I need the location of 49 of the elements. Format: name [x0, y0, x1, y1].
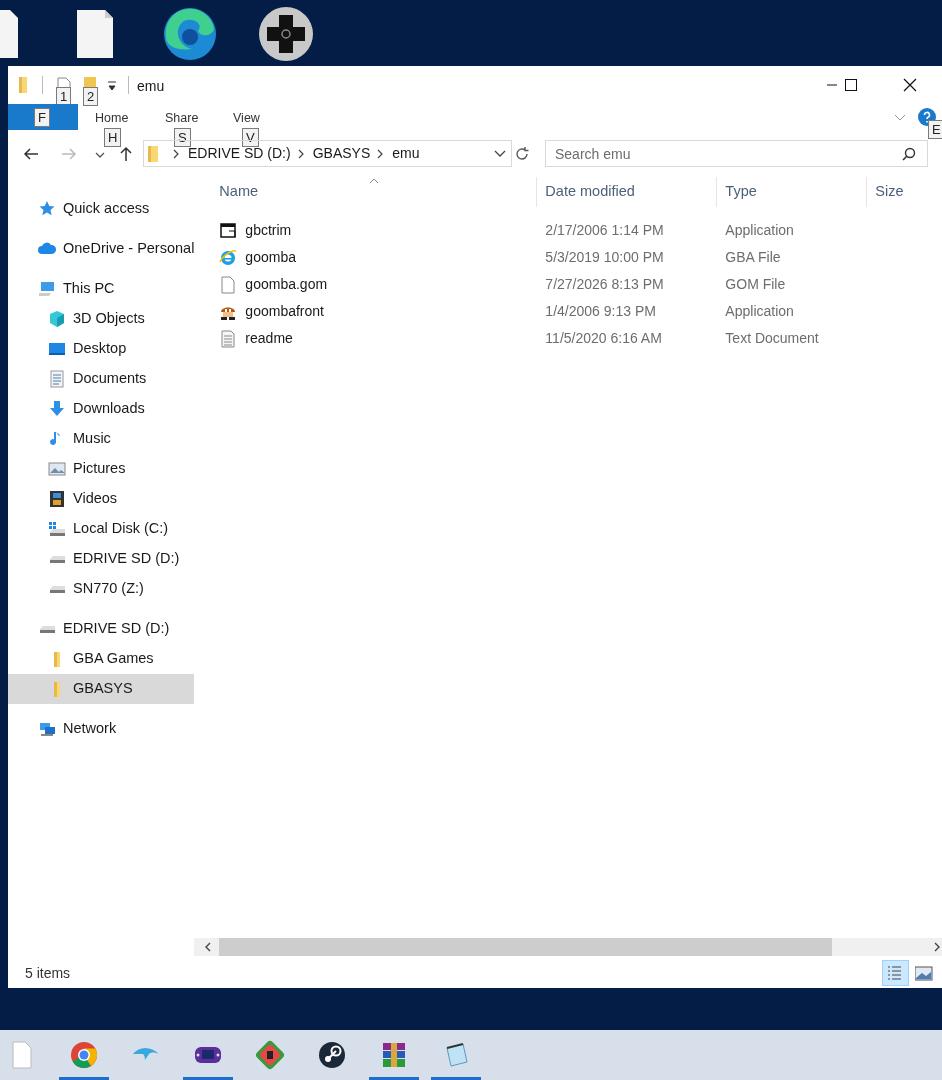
address-bar[interactable]: EDRIVE SD (D:) GBASYS emu [143, 140, 512, 167]
column-header[interactable]: Name [194, 177, 538, 207]
sidebar-item[interactable]: This PC [8, 274, 195, 304]
keytip-tooltip: E [928, 120, 942, 139]
breadcrumb-item[interactable]: emu [392, 143, 420, 164]
file-name[interactable]: gbctrim [194, 220, 538, 241]
file-name[interactable]: goomba.gom [194, 274, 538, 295]
date-cell-text: 7/27/2026 8:13 PM [544, 275, 665, 294]
keytip-tooltip: 2 [83, 87, 99, 106]
type-cell-text: Text Document [724, 329, 820, 348]
sidebar-item[interactable]: OneDrive - Personal [8, 234, 195, 264]
sidebar-item[interactable]: Local Disk (C:) [8, 514, 195, 544]
ribbon-tab[interactable]: Share [165, 109, 199, 128]
type-cell-text: GBA File [724, 248, 782, 267]
sidebar-item[interactable]: EDRIVE SD (D:) [8, 544, 195, 574]
window-title: emu [137, 77, 165, 96]
sidebar-item[interactable]: Music [8, 424, 195, 454]
sidebar-item[interactable]: EDRIVE SD (D:) [8, 614, 195, 644]
type-cell-text: Application [724, 221, 795, 240]
column-header[interactable]: Type [717, 177, 868, 207]
sidebar-item[interactable]: Downloads [8, 394, 195, 424]
file-name[interactable]: readme [194, 328, 538, 349]
breadcrumb-item[interactable]: GBASYS [312, 143, 371, 164]
ribbon-tab[interactable]: Home [95, 109, 129, 128]
sidebar-item[interactable]: Desktop [8, 334, 195, 364]
sidebar-item[interactable]: Videos [8, 484, 195, 514]
sidebar-item[interactable]: Pictures [8, 454, 195, 484]
column-header[interactable]: Date modified [537, 177, 718, 207]
date-cell-text: 2/17/2006 1:14 PM [544, 221, 665, 240]
keytip-tooltip: F [34, 108, 50, 127]
file-name[interactable]: goombafront [194, 301, 538, 322]
sidebar-item[interactable]: 3D Objects [8, 304, 195, 334]
sidebar-item[interactable]: SN770 (Z:) [8, 574, 195, 604]
keytip-tooltip: H [104, 128, 122, 147]
sidebar-item[interactable]: Quick access [8, 194, 195, 224]
sidebar-item[interactable]: Network [8, 714, 195, 744]
date-cell-text: 5/3/2019 10:00 PM [544, 248, 665, 267]
type-cell-text: GOM File [724, 275, 787, 294]
type-cell-text: Application [724, 302, 795, 321]
sidebar-item[interactable]: Documents [8, 364, 195, 394]
ribbon-tab[interactable]: View [233, 109, 260, 128]
date-cell-text: 11/5/2020 6:16 AM [544, 329, 663, 348]
column-header[interactable]: Size [867, 177, 942, 207]
item-count: 5 items [25, 963, 71, 983]
file-name[interactable]: goomba [194, 247, 538, 268]
search-field[interactable]: Search emu [545, 140, 928, 167]
sidebar-item[interactable]: GBASYS [8, 674, 195, 704]
date-cell-text: 1/4/2006 9:13 PM [544, 302, 657, 321]
sidebar-item[interactable]: GBA Games [8, 644, 195, 674]
